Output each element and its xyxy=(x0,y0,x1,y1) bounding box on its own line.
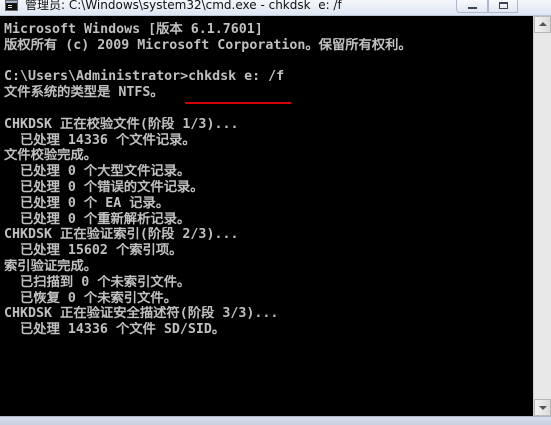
scroll-up-button[interactable] xyxy=(534,16,551,33)
vertical-scrollbar[interactable] xyxy=(533,16,551,416)
scroll-up-arrow-icon xyxy=(539,22,547,26)
maximize-button[interactable] xyxy=(488,0,518,13)
console-line: 已处理 14336 个文件 SD/SID。 xyxy=(4,322,226,338)
console-line: 已处理 0 个大型文件记录。 xyxy=(4,164,191,180)
console-line: CHKDSK 正在验证安全描述符(阶段 3/3)... xyxy=(4,306,279,322)
console-line: 已处理 0 个错误的文件记录。 xyxy=(4,179,204,195)
scroll-down-button[interactable] xyxy=(534,399,551,416)
console-line: 已处理 0 个 EA 记录。 xyxy=(4,195,170,211)
console-line: 已恢复 0 个未索引文件。 xyxy=(4,290,177,306)
console-output[interactable]: Microsoft Windows [版本 6.1.7601] 版权所有 (c)… xyxy=(0,16,533,416)
maximize-icon xyxy=(499,2,508,9)
console-line: 已处理 0 个重新解析记录。 xyxy=(4,211,191,227)
window-bottom-border xyxy=(0,416,551,425)
console-line: 版权所有 (c) 2009 Microsoft Corporation。保留所有… xyxy=(4,37,412,53)
red-underline-annotation xyxy=(185,102,291,104)
console-line: 已扫描到 0 个未索引文件。 xyxy=(4,274,191,290)
console-line: Microsoft Windows [版本 6.1.7601] xyxy=(4,22,263,37)
console-text: Microsoft Windows [版本 6.1.7601] 版权所有 (c)… xyxy=(4,22,530,338)
console-line: 文件校验完成。 xyxy=(4,148,98,164)
cmd-icon[interactable] xyxy=(5,0,18,11)
minimize-button[interactable] xyxy=(456,0,488,13)
window-title: 管理员: C:\Windows\system32\cmd.exe - chkds… xyxy=(25,0,342,12)
console-command-line: C:\Users\Administrator>chkdsk e: /f xyxy=(4,69,285,85)
minimize-icon xyxy=(468,7,477,9)
console-line: 索引验证完成。 xyxy=(4,258,98,274)
console-line: CHKDSK 正在校验文件(阶段 1/3)... xyxy=(4,116,239,132)
scroll-down-arrow-icon xyxy=(539,406,547,410)
console-line: 文件系统的类型是 NTFS。 xyxy=(4,85,164,101)
console-line: CHKDSK 正在验证索引(阶段 2/3)... xyxy=(4,227,239,243)
title-bar[interactable]: 管理员: C:\Windows\system32\cmd.exe - chkds… xyxy=(0,0,551,16)
console-line: 已处理 14336 个文件记录。 xyxy=(4,132,196,148)
console-line: 已处理 15602 个索引项。 xyxy=(4,243,183,259)
